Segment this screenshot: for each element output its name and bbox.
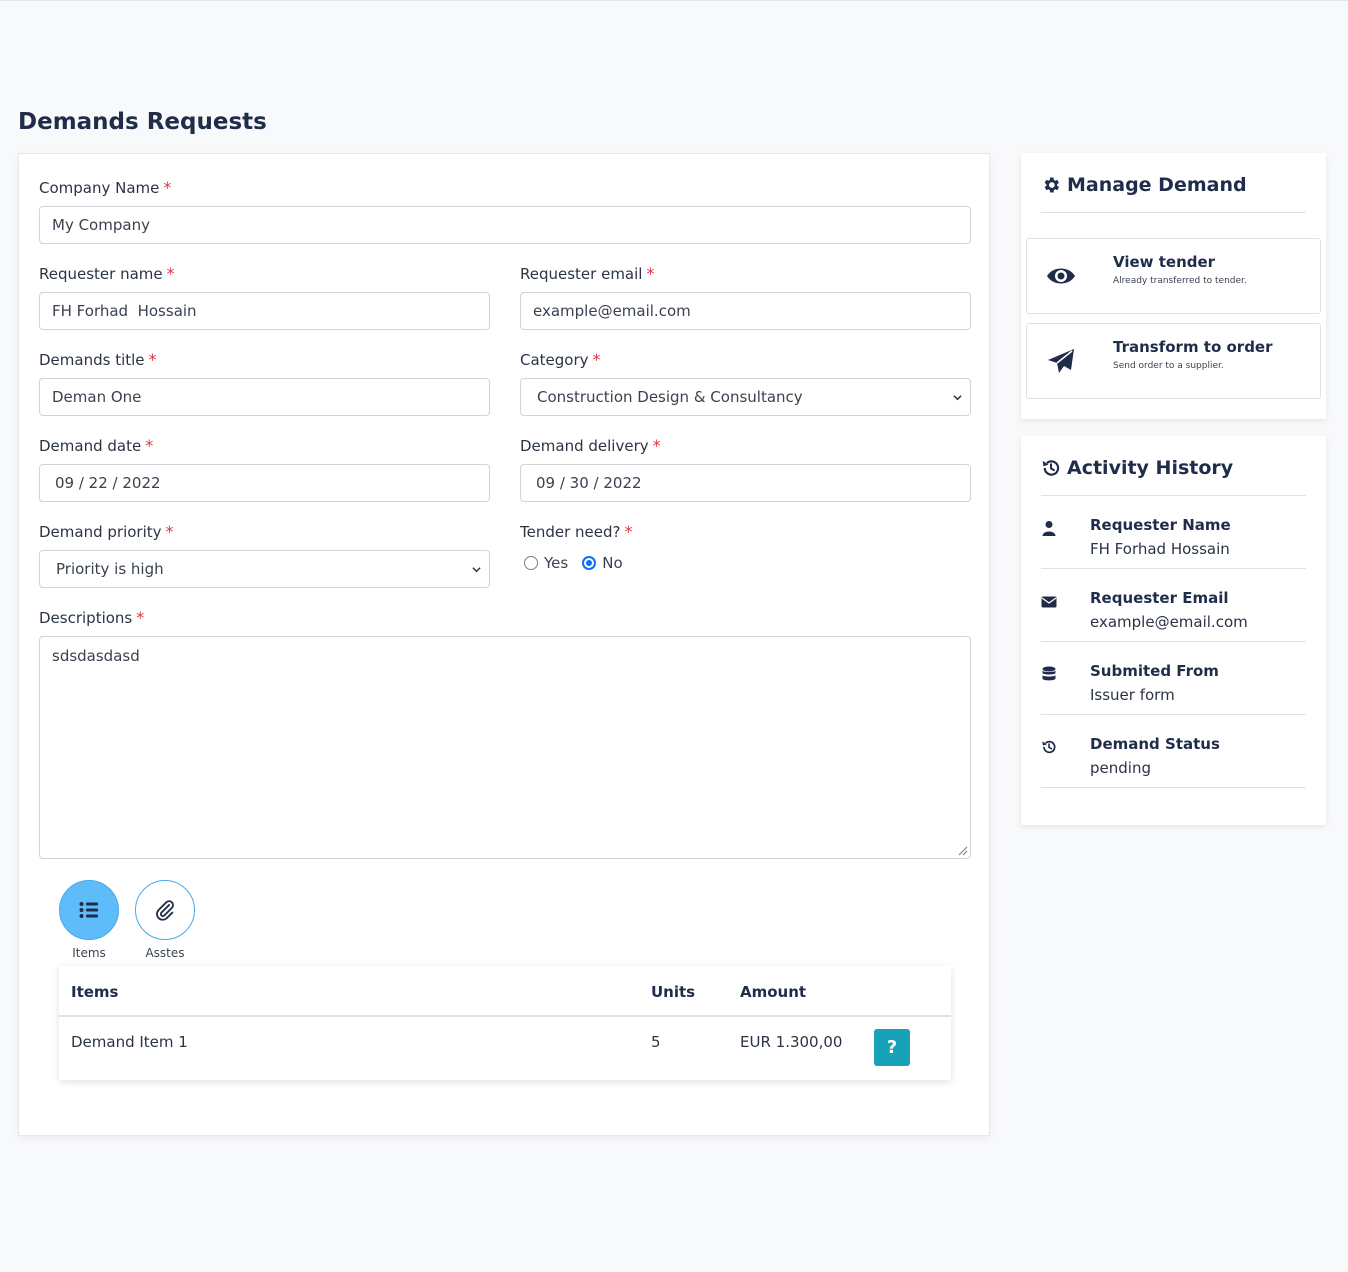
manage-demand-title: Manage Demand: [1067, 174, 1247, 196]
category-label: Category *: [520, 350, 601, 369]
demand-delivery-label: Demand delivery *: [520, 436, 661, 455]
history-entry-value: Issuer form: [1090, 686, 1175, 704]
history-entry-value: pending: [1090, 759, 1151, 777]
manage-demand-heading: Manage Demand: [1041, 174, 1247, 196]
company-name-label: Company Name *: [39, 178, 172, 197]
transform-to-order-title: Transform to order: [1113, 338, 1273, 356]
gear-icon: [1044, 177, 1059, 193]
history-entry-title: Demand Status: [1090, 735, 1220, 753]
user-icon: [1042, 521, 1056, 536]
paperclip-icon: [156, 900, 174, 921]
category-select-value: Construction Design & Consultancy: [537, 388, 803, 406]
requester-email-input[interactable]: example@email.com: [520, 292, 971, 330]
demand-form-card: Company Name * My Company Requester name *…: [18, 153, 990, 1136]
help-button[interactable]: ?: [874, 1029, 910, 1066]
demand-priority-label: Demand priority *: [39, 522, 174, 541]
divider: [1041, 787, 1306, 788]
items-table: Items Units Amount Demand Item 1 5 EUR 1…: [59, 966, 951, 1080]
eye-icon: [1047, 268, 1075, 284]
envelope-icon: [1041, 596, 1057, 608]
table-cell-amount: EUR 1.300,00: [740, 1033, 843, 1051]
tender-no-radio[interactable]: [582, 556, 597, 570]
database-icon: [1042, 666, 1056, 681]
history-entry-value: example@email.com: [1090, 613, 1248, 631]
tab-assets-label: Asstes: [145, 946, 185, 960]
history-entry-title: Requester Name: [1090, 516, 1231, 534]
activity-history-card: Activity History Requester Name FH Forha…: [1021, 436, 1326, 825]
manage-demand-card: Manage Demand View tender Already transf…: [1021, 153, 1326, 419]
requester-name-input[interactable]: FH Forhad Hossain: [39, 292, 490, 330]
table-cell-item: Demand Item 1: [71, 1033, 188, 1051]
history-icon: [1042, 460, 1060, 476]
divider: [1041, 714, 1306, 715]
requester-email-label: Requester email *: [520, 264, 655, 283]
tender-yes-radio[interactable]: [524, 556, 538, 570]
divider: [1041, 568, 1306, 569]
table-header-units: Units: [651, 983, 696, 1001]
demands-title-label: Demands title *: [39, 350, 157, 369]
list-icon: [79, 902, 98, 918]
chevron-down-icon: [472, 567, 481, 573]
page-title: Demands Requests: [18, 109, 267, 135]
tab-items-label: Items: [72, 946, 106, 960]
divider: [1041, 641, 1306, 642]
tender-yes-label: Yes: [544, 554, 569, 572]
tender-need-radio-group: Yes No: [524, 554, 623, 572]
history-entry-title: Requester Email: [1090, 589, 1229, 607]
requester-name-label: Requester name *: [39, 264, 175, 283]
table-header-amount: Amount: [740, 983, 807, 1001]
descriptions-value: sdsdasdasd: [52, 647, 140, 665]
table-header-items: Items: [71, 983, 119, 1001]
demand-date-input[interactable]: 09 / 22 / 2022: [39, 464, 490, 502]
activity-history-heading: Activity History: [1041, 457, 1233, 479]
table-header-divider: [59, 1015, 951, 1017]
history-entry-title: Submited From: [1090, 662, 1219, 680]
view-tender-title: View tender: [1113, 253, 1216, 271]
demand-priority-value: Priority is high: [56, 560, 164, 578]
resize-handle-icon[interactable]: [956, 844, 968, 856]
tender-need-label: Tender need? *: [520, 522, 633, 541]
paper-plane-icon: [1048, 349, 1074, 373]
demand-delivery-input[interactable]: 09 / 30 / 2022: [520, 464, 971, 502]
descriptions-textarea[interactable]: sdsdasdasd: [39, 636, 971, 859]
activity-history-title: Activity History: [1067, 457, 1234, 479]
demands-title-input[interactable]: Deman One: [39, 378, 490, 416]
view-tender-subtitle: Already transferred to tender.: [1113, 276, 1247, 286]
category-select[interactable]: Construction Design & Consultancy: [520, 378, 971, 416]
demand-priority-select[interactable]: Priority is high: [39, 550, 490, 588]
divider: [1041, 212, 1306, 213]
descriptions-label: Descriptions *: [39, 608, 145, 627]
transform-to-order-action[interactable]: Transform to order Send order to a suppl…: [1026, 323, 1321, 399]
divider: [1041, 495, 1306, 496]
history-entry-value: FH Forhad Hossain: [1090, 540, 1230, 558]
tender-no-label: No: [602, 554, 623, 572]
demand-date-label: Demand date *: [39, 436, 154, 455]
transform-to-order-subtitle: Send order to a supplier.: [1113, 361, 1224, 371]
table-cell-units: 5: [651, 1033, 661, 1051]
tab-assets[interactable]: [135, 880, 195, 940]
tab-items[interactable]: [59, 880, 119, 940]
chevron-down-icon: [953, 395, 962, 401]
history-icon: [1042, 740, 1056, 754]
view-tender-action[interactable]: View tender Already transferred to tende…: [1026, 238, 1321, 314]
company-name-input[interactable]: My Company: [39, 206, 971, 244]
